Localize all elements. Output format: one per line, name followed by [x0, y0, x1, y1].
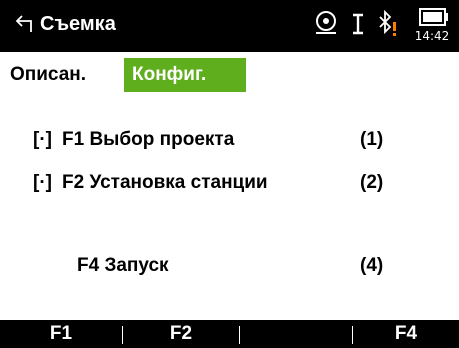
app-title: Съемка [40, 13, 116, 35]
menu-item-label: F4 Запуск [77, 255, 169, 276]
menu-item-number: (2) [360, 172, 384, 193]
menu-item-start[interactable]: F4 Запуск (4) [0, 250, 459, 282]
f3-button[interactable] [240, 320, 352, 348]
f2-button[interactable]: F2 [123, 320, 239, 348]
bluetooth-warning-icon [379, 9, 396, 36]
ibeam-cursor-icon [353, 13, 363, 35]
survey-screen: Съемка 14:42 Описан. Конфиг. [·] F1 Выбо… [0, 0, 459, 348]
back-arrow-icon[interactable] [14, 12, 36, 34]
menu-item-label: F2 Установка станции [62, 172, 268, 193]
tab-config[interactable]: Конфиг. [124, 58, 246, 92]
function-key-bar: F1 F2 F4 [0, 320, 459, 348]
menu-item-label: F1 Выбор проекта [62, 129, 235, 150]
menu-item-number: (4) [360, 255, 384, 276]
clock: 14:42 [414, 29, 450, 43]
tab-description[interactable]: Описан. [2, 58, 118, 92]
menu-item-select-project[interactable]: [·] F1 Выбор проекта (1) [0, 124, 459, 156]
title-bar: Съемка 14:42 [0, 0, 459, 52]
f4-button[interactable]: F4 [353, 320, 459, 348]
menu-item-marker: [·] [33, 129, 52, 150]
battery-icon [419, 8, 448, 26]
prism-target-icon [316, 11, 336, 34]
f1-button[interactable]: F1 [0, 320, 122, 348]
menu-item-station-setup[interactable]: [·] F2 Установка станции (2) [0, 167, 459, 199]
menu-item-number: (1) [360, 129, 384, 150]
menu-item-marker: [·] [33, 172, 52, 193]
